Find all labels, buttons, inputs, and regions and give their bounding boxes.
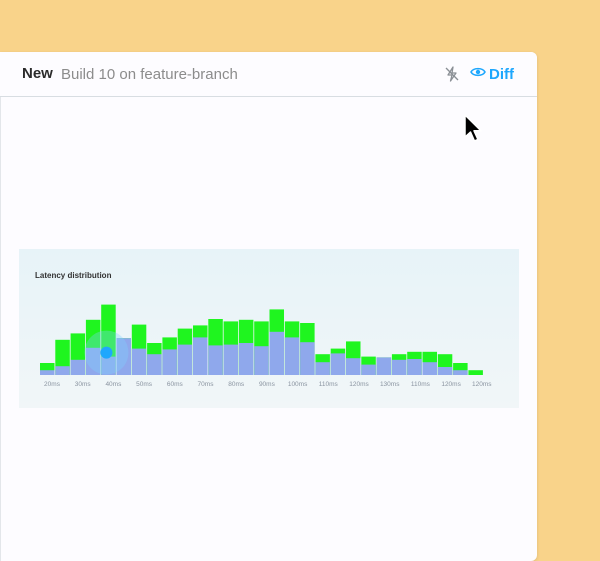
baseline-bar <box>361 364 376 375</box>
snapshot-panel: New Build 10 on feature-branch Diff Late… <box>0 52 537 561</box>
snapshot-status-label: New <box>22 65 53 82</box>
baseline-bar <box>300 342 315 375</box>
x-tick-label: 80ms <box>228 381 245 388</box>
baseline-bar <box>223 344 239 375</box>
x-tick-label: 120ms <box>441 381 461 388</box>
x-tick-label: 40ms <box>105 381 122 388</box>
baseline-bar <box>147 354 162 375</box>
eye-icon <box>470 65 486 84</box>
baseline-bar <box>391 359 407 375</box>
mouse-pointer-icon <box>464 114 482 142</box>
baseline-bar <box>422 362 437 375</box>
hover-dot[interactable] <box>100 346 113 359</box>
latency-chart: Latency distribution 20ms 30ms 40ms 50ms 60m… <box>35 271 492 388</box>
baseline-bar <box>193 337 208 375</box>
x-tick-label: 50ms <box>136 381 153 388</box>
baseline-bar <box>238 343 254 375</box>
baseline-bar <box>177 344 193 375</box>
x-tick-label: 90ms <box>259 381 276 388</box>
x-tick-label: 120ms <box>349 381 369 388</box>
x-tick-label: 110ms <box>411 381 431 388</box>
lightning-off-icon[interactable] <box>443 65 461 83</box>
baseline-bar <box>131 348 147 375</box>
diff-bar <box>468 370 483 375</box>
baseline-bar <box>376 357 392 375</box>
chart-title: Latency distribution <box>35 271 112 280</box>
baseline-bar <box>55 366 70 375</box>
baseline-bar <box>40 370 55 375</box>
panel-left-edge <box>0 97 1 561</box>
baseline-bar <box>346 358 361 375</box>
x-tick-label: 130ms <box>380 381 400 388</box>
latency-chart-card: Latency distribution 20ms 30ms 40ms 50ms 60m… <box>19 249 519 408</box>
baseline-bar <box>70 359 86 375</box>
diff-toggle-button[interactable]: Diff <box>470 65 514 83</box>
x-tick-label: 70ms <box>198 381 215 388</box>
x-tick-label: 30ms <box>75 381 92 388</box>
baseline-bar <box>284 337 300 375</box>
build-label: Build 10 on feature-branch <box>61 66 238 83</box>
diff-label: Diff <box>489 65 514 83</box>
baseline-bar <box>269 331 284 375</box>
x-tick-label: 120ms <box>472 381 492 388</box>
baseline-bar <box>407 359 422 375</box>
baseline-bar <box>437 367 453 375</box>
baseline-bar <box>453 370 468 375</box>
panel-header: New Build 10 on feature-branch Diff <box>0 52 537 97</box>
x-tick-label: 100ms <box>288 381 308 388</box>
baseline-bar <box>162 349 177 375</box>
baseline-bar <box>315 362 330 375</box>
x-tick-label: 60ms <box>167 381 184 388</box>
baseline-bar <box>208 345 223 375</box>
baseline-bar <box>330 353 346 375</box>
x-tick-label: 20ms <box>44 381 61 388</box>
baseline-bar <box>254 346 269 375</box>
x-tick-label: 110ms <box>319 381 339 388</box>
